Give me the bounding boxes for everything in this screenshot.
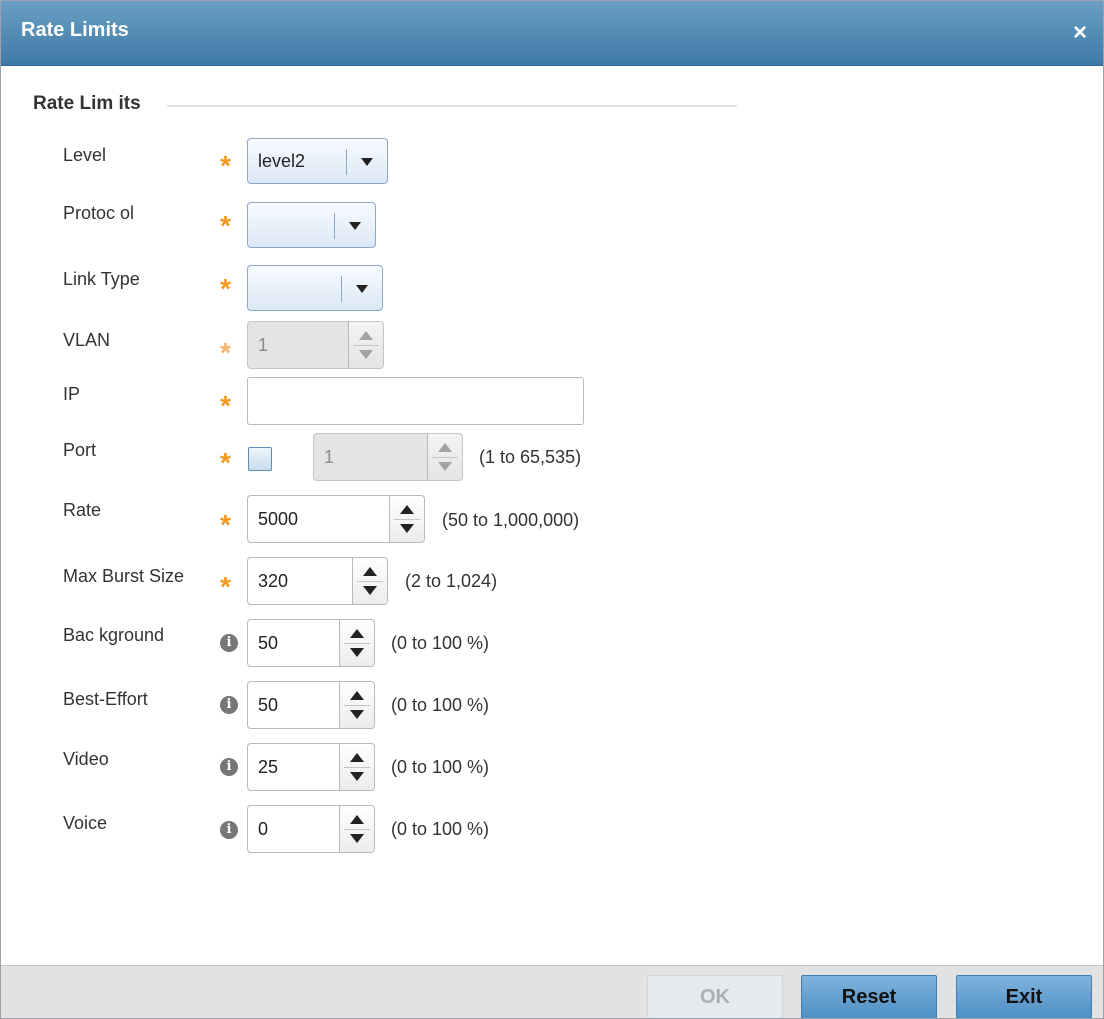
video-range-hint: (0 to 100 %)	[391, 757, 490, 777]
vlan-value: 1	[258, 335, 269, 355]
level-label: Level	[63, 145, 107, 165]
vlan-stepper[interactable]: 1	[247, 321, 384, 369]
level-select-value: level2	[258, 151, 306, 171]
video-value: 25	[258, 757, 279, 777]
asterisk-icon: *	[220, 210, 231, 241]
port-value: 1	[324, 447, 335, 467]
reset-button[interactable]: Reset	[801, 975, 937, 1018]
spin-down-icon[interactable]	[350, 710, 364, 719]
background-label: Bac kground	[63, 625, 165, 645]
voice-range-hint: (0 to 100 %)	[391, 819, 490, 839]
spin-up-icon[interactable]	[350, 629, 364, 638]
exit-button[interactable]: Exit	[956, 975, 1092, 1018]
select-separator	[346, 149, 347, 175]
best-effort-stepper[interactable]: 50	[247, 681, 375, 729]
level-select[interactable]: level2	[247, 138, 388, 184]
rate-stepper[interactable]: 5000	[247, 495, 425, 543]
port-stepper[interactable]: 1	[313, 433, 463, 481]
select-separator	[341, 276, 342, 302]
best-effort-spinner[interactable]	[339, 682, 374, 728]
dialog-footer: OK Reset Exit	[1, 965, 1103, 1018]
asterisk-icon: *	[220, 447, 231, 478]
chevron-down-icon	[349, 222, 361, 230]
vlan-label: VLAN	[63, 330, 111, 350]
spin-up-icon[interactable]	[359, 331, 373, 340]
port-checkbox[interactable]	[248, 447, 272, 471]
video-label: Video	[63, 749, 109, 769]
info-icon[interactable]: i	[220, 821, 238, 839]
asterisk-icon: *	[220, 390, 231, 421]
ip-label: IP	[63, 384, 81, 404]
link-type-label: Link Type	[63, 269, 140, 289]
ip-input[interactable]	[247, 377, 584, 425]
info-icon[interactable]: i	[220, 758, 238, 776]
select-separator	[334, 213, 335, 239]
rate-spinner[interactable]	[389, 496, 424, 542]
info-icon[interactable]: i	[220, 634, 238, 652]
spin-up-icon[interactable]	[438, 443, 452, 452]
rate-limits-dialog: Rate Limits × Rate Lim its Level * level…	[0, 0, 1104, 1019]
spin-up-icon[interactable]	[400, 505, 414, 514]
spin-down-icon[interactable]	[350, 772, 364, 781]
spin-up-icon[interactable]	[350, 753, 364, 762]
close-icon[interactable]: ×	[1073, 21, 1087, 45]
rate-label: Rate	[63, 500, 102, 520]
rate-range-hint: (50 to 1,000,000)	[442, 510, 580, 530]
max-burst-size-range-hint: (2 to 1,024)	[405, 571, 498, 591]
spin-down-icon[interactable]	[400, 524, 414, 533]
spin-up-icon[interactable]	[350, 815, 364, 824]
ok-button[interactable]: OK	[647, 975, 783, 1018]
protocol-label: Protoc ol	[63, 203, 135, 223]
max-burst-size-spinner[interactable]	[352, 558, 387, 604]
port-spinner[interactable]	[427, 434, 462, 480]
best-effort-value: 50	[258, 695, 279, 715]
section-divider	[167, 105, 737, 107]
spin-down-icon[interactable]	[438, 462, 452, 471]
asterisk-icon: *	[220, 273, 231, 304]
max-burst-size-label: Max Burst Size	[63, 566, 185, 586]
asterisk-icon: *	[220, 337, 231, 368]
background-value: 50	[258, 633, 279, 653]
protocol-select[interactable]	[247, 202, 376, 248]
voice-value: 0	[258, 819, 269, 839]
info-icon[interactable]: i	[220, 696, 238, 714]
spin-down-icon[interactable]	[350, 648, 364, 657]
best-effort-label: Best-Effort	[63, 689, 148, 709]
spin-up-icon[interactable]	[363, 567, 377, 576]
rate-value: 5000	[258, 509, 299, 529]
background-spinner[interactable]	[339, 620, 374, 666]
max-burst-size-value: 320	[258, 571, 289, 591]
spin-down-icon[interactable]	[359, 350, 373, 359]
best-effort-range-hint: (0 to 100 %)	[391, 695, 490, 715]
port-range-hint: (1 to 65,535)	[479, 447, 582, 467]
port-label: Port	[63, 440, 97, 460]
voice-label: Voice	[63, 813, 108, 833]
background-range-hint: (0 to 100 %)	[391, 633, 490, 653]
chevron-down-icon	[361, 158, 373, 166]
section-title: Rate Lim its	[33, 93, 141, 114]
dialog-titlebar: Rate Limits ×	[1, 1, 1103, 66]
dialog-title: Rate Limits	[21, 19, 129, 41]
video-stepper[interactable]: 25	[247, 743, 375, 791]
background-stepper[interactable]: 50	[247, 619, 375, 667]
video-spinner[interactable]	[339, 744, 374, 790]
spin-up-icon[interactable]	[350, 691, 364, 700]
spin-down-icon[interactable]	[363, 586, 377, 595]
spin-down-icon[interactable]	[350, 834, 364, 843]
asterisk-icon: *	[220, 571, 231, 602]
vlan-spinner[interactable]	[348, 322, 383, 368]
asterisk-icon: *	[220, 150, 231, 181]
max-burst-size-stepper[interactable]: 320	[247, 557, 388, 605]
voice-spinner[interactable]	[339, 806, 374, 852]
chevron-down-icon	[356, 285, 368, 293]
asterisk-icon: *	[220, 509, 231, 540]
voice-stepper[interactable]: 0	[247, 805, 375, 853]
link-type-select[interactable]	[247, 265, 383, 311]
